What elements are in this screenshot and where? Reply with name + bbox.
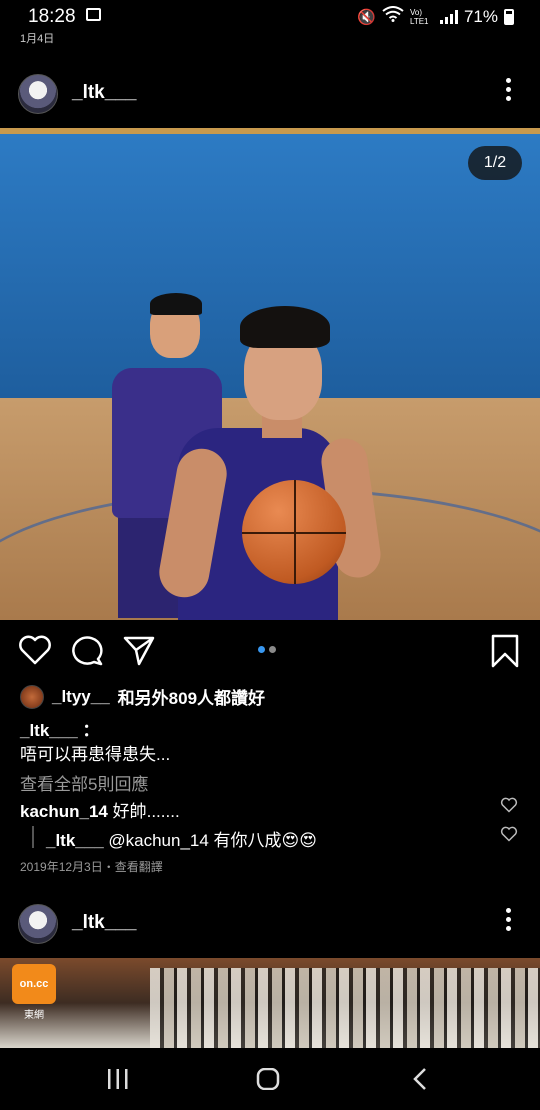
post-header-2: _ltk___	[0, 896, 540, 952]
reply-row: _ltk___ @kachun_14 有你八成😍😍	[46, 826, 317, 851]
post-username[interactable]: _ltk___	[72, 82, 136, 104]
basketball	[242, 480, 346, 584]
avatar[interactable]	[18, 904, 58, 944]
liker-username[interactable]: _ltyy__	[52, 687, 110, 707]
view-all-comments-link[interactable]: 查看全部5則回應	[20, 770, 148, 795]
avatar[interactable]	[18, 74, 58, 114]
comment-like-icon[interactable]	[500, 797, 518, 818]
more-icon[interactable]	[506, 908, 512, 931]
signal-icon	[439, 9, 458, 24]
bookmark-icon[interactable]	[490, 634, 520, 673]
battery-percent: 71%	[463, 6, 498, 26]
reply-indent-line	[32, 826, 34, 848]
comment-icon[interactable]	[70, 634, 104, 671]
image-counter: 1/2	[468, 146, 522, 180]
player-hair	[240, 306, 330, 348]
carousel-dot	[269, 646, 276, 653]
post-action-bar	[0, 630, 540, 674]
post-image-2[interactable]: on.cc 東網	[0, 958, 540, 1048]
battery-icon	[504, 8, 514, 25]
watermark-caption: 東網	[24, 1010, 44, 1021]
reply-username[interactable]: _ltk___	[46, 831, 104, 850]
watermark-logo-text: on.cc	[12, 964, 56, 1004]
network-label: Vo) LTE1	[409, 7, 429, 26]
post-date-translate[interactable]: 2019年12月3日・查看翻譯	[20, 858, 163, 875]
post-username[interactable]: _ltk___	[72, 912, 136, 934]
status-bar: 18:28 1月4日 🔇 Vo) LTE1 71%	[0, 0, 540, 50]
liker-avatar	[20, 684, 44, 709]
likes-row[interactable]: _ltyy__ 和另外809人都讚好	[20, 684, 265, 709]
post-image[interactable]: 1/2	[0, 128, 540, 620]
crowd	[150, 968, 540, 1048]
comment-row: kachun_14 好帥.......	[20, 797, 180, 822]
status-time: 18:28	[28, 6, 76, 27]
background-player-hair	[150, 293, 202, 315]
post-header: _ltk___	[0, 66, 540, 122]
caption-text: 唔可以再患得患失...	[20, 745, 171, 764]
carousel-indicator	[258, 646, 276, 653]
comment-username[interactable]: kachun_14	[20, 802, 108, 821]
system-nav-bar	[0, 1048, 540, 1110]
back-icon[interactable]	[410, 1068, 430, 1095]
comment-text: 好帥.......	[107, 802, 180, 821]
home-icon[interactable]	[256, 1067, 280, 1095]
mute-icon: 🔇	[357, 8, 376, 26]
more-icon[interactable]	[506, 78, 512, 101]
gallery-notification-icon	[86, 8, 101, 21]
reply-like-icon[interactable]	[500, 826, 518, 847]
recents-icon[interactable]	[106, 1068, 130, 1095]
carousel-dot-active	[258, 646, 265, 653]
heart-icon[interactable]	[18, 634, 52, 671]
watermark-logo: on.cc 東網	[12, 964, 56, 1021]
share-icon[interactable]	[122, 634, 156, 671]
wifi-icon	[382, 6, 404, 27]
caption-username[interactable]: _ltk___ ：	[20, 716, 99, 741]
status-date: 1月4日	[20, 33, 55, 45]
reply-text: @kachun_14 有你八成😍😍	[103, 831, 318, 850]
likes-text: 和另外809人都讚好	[117, 689, 266, 708]
